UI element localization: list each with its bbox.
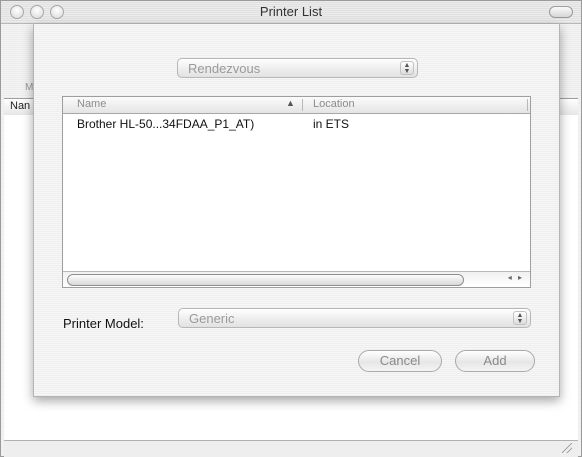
printer-name-cell: Brother HL-50...34FDAA_P1_AT) (77, 117, 255, 131)
popup-arrows-icon: ▲ ▼ (400, 61, 414, 75)
column-divider (527, 99, 528, 111)
printer-list-window: Printer List M Nan Rendezvous ▲ ▼ Name ▲ … (0, 0, 582, 457)
column-header-name[interactable]: Name (77, 98, 106, 110)
background-column-name: Nan (10, 100, 31, 112)
window-title: Printer List (259, 4, 323, 19)
table-header: Name ▲ Location (63, 97, 530, 114)
add-printer-sheet: Rendezvous ▲ ▼ Name ▲ Location Brother HL… (33, 24, 560, 397)
scrollbar-thumb[interactable] (67, 274, 464, 286)
window-bottom-bar (4, 440, 578, 457)
popup-arrows-icon: ▲ ▼ (513, 311, 527, 325)
title-bar[interactable]: Printer List (1, 1, 581, 24)
table-row[interactable]: Brother HL-50...34FDAA_P1_AT) in ETS (63, 116, 530, 132)
scroll-arrows-icon[interactable]: ◂ ▸ (508, 273, 524, 282)
sort-ascending-icon: ▲ (286, 98, 295, 108)
connection-type-popup[interactable]: Rendezvous ▲ ▼ (177, 58, 418, 78)
printer-model-label: Printer Model: (63, 316, 144, 331)
horizontal-scrollbar[interactable]: ◂ ▸ (63, 271, 530, 287)
connection-type-value: Rendezvous (188, 61, 261, 76)
column-header-location[interactable]: Location (313, 98, 355, 110)
printer-model-value: Generic (189, 311, 235, 326)
add-button[interactable]: Add (455, 350, 535, 372)
printer-browser: Name ▲ Location Brother HL-50...34FDAA_P… (62, 96, 531, 288)
toolbar-toggle-button[interactable] (549, 6, 573, 18)
resize-grip-icon[interactable] (562, 443, 572, 453)
column-divider (302, 99, 303, 111)
printer-model-popup[interactable]: Generic ▲ ▼ (178, 308, 531, 328)
cancel-button[interactable]: Cancel (358, 350, 442, 372)
printer-location-cell: in ETS (313, 117, 350, 131)
